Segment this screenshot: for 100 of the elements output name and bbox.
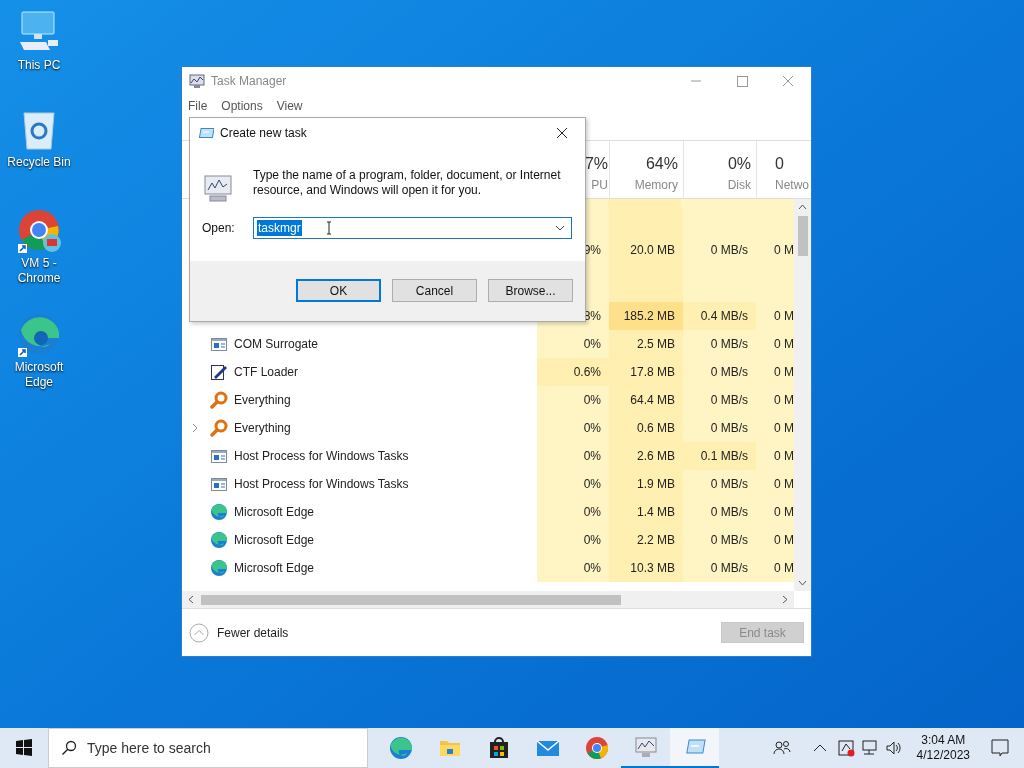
edge-icon <box>388 736 413 760</box>
speaker-icon[interactable] <box>884 739 903 757</box>
chevron-down-icon[interactable] <box>798 580 807 586</box>
clock-time[interactable]: 3:04 AM <box>921 733 966 748</box>
column-percent: 64% <box>645 155 678 173</box>
column-header[interactable]: Disk <box>727 176 751 194</box>
table-cell: 0 M <box>756 330 794 358</box>
search-field[interactable]: Type here to search <box>48 728 368 768</box>
table-cell: 0% <box>537 498 609 526</box>
column-percent: 7% <box>584 155 608 173</box>
vertical-scrollbar[interactable] <box>794 199 811 591</box>
chevron-up-icon[interactable] <box>812 743 827 753</box>
magnifier-icon <box>210 391 228 409</box>
table-cell: 0 MB/s <box>683 236 756 264</box>
table-cell: 0 MB/s <box>683 358 756 386</box>
process-name[interactable]: Microsoft Edge <box>234 531 315 549</box>
table-cell: 0.1 MB/s <box>683 442 756 470</box>
window-icon <box>210 447 228 465</box>
chevron-right-icon[interactable] <box>191 423 199 433</box>
table-cell: 0 M <box>756 386 794 414</box>
table-cell: 0 M <box>756 498 794 526</box>
desktop-icon-label[interactable]: This PC <box>4 58 74 73</box>
table-cell: 0 MB/s <box>683 526 756 554</box>
dialog-title: Create new task <box>220 125 307 142</box>
table-cell: 185.2 MB <box>609 302 683 330</box>
open-label: Open: <box>202 220 236 237</box>
table-cell: 0 M <box>756 302 794 330</box>
process-name[interactable]: Host Process for Windows Tasks <box>234 475 409 493</box>
table-cell: 17.8 MB <box>609 358 683 386</box>
chevron-left-icon[interactable] <box>188 595 194 604</box>
table-cell: 1.9 MB <box>609 470 683 498</box>
chevron-up-circle-icon <box>189 622 209 643</box>
scrollbar-thumb[interactable] <box>201 594 621 605</box>
chevron-up-icon[interactable] <box>798 204 807 210</box>
chevron-down-icon <box>555 225 565 231</box>
table-cell: 0 M <box>756 414 794 442</box>
process-name[interactable]: Microsoft Edge <box>234 559 315 577</box>
table-cell: 2.2 MB <box>609 526 683 554</box>
scrollbar-thumb[interactable] <box>797 216 808 256</box>
chevron-right-icon[interactable] <box>782 595 788 604</box>
table-cell: 0 M <box>756 358 794 386</box>
table-cell: 10.3 MB <box>609 554 683 582</box>
text-cursor-icon <box>325 221 332 235</box>
notepad-pen-icon <box>210 363 228 381</box>
table-cell: 0% <box>537 526 609 554</box>
table-cell: 1.4 MB <box>609 498 683 526</box>
menu-item[interactable]: Options <box>221 97 263 115</box>
table-cell: 20.0 MB <box>609 236 683 264</box>
network-icon[interactable] <box>860 739 879 757</box>
edge-icon <box>16 312 62 358</box>
process-name[interactable]: Everything <box>234 391 291 409</box>
open-combo-box[interactable]: taskmgr <box>253 217 572 239</box>
dialog-button[interactable]: Cancel <box>392 279 477 302</box>
column-percent: 0 <box>775 155 784 173</box>
dialog-button[interactable]: Browse... <box>488 279 573 302</box>
table-cell: 0 M <box>756 236 794 264</box>
table-cell: 0% <box>537 442 609 470</box>
table-cell: 2.5 MB <box>609 330 683 358</box>
table-cell: 2.6 MB <box>609 442 683 470</box>
clock-date[interactable]: 4/12/2023 <box>916 748 970 763</box>
security-icon[interactable] <box>836 739 855 757</box>
process-name[interactable]: Host Process for Windows Tasks <box>234 447 409 465</box>
column-percent: 0% <box>727 155 751 173</box>
window-title: Task Manager <box>211 73 287 90</box>
table-cell: 0 MB/s <box>683 414 756 442</box>
process-name[interactable]: CTF Loader <box>234 363 299 381</box>
table-cell: 0 MB/s <box>683 554 756 582</box>
dialog-button[interactable]: OK <box>296 279 381 302</box>
column-header[interactable]: Netwo <box>775 176 809 194</box>
search-icon <box>61 740 77 756</box>
column-header[interactable]: Memory <box>634 176 678 194</box>
fewer-details-button[interactable]: Fewer details <box>189 622 289 643</box>
desktop-icon-label[interactable]: Recycle Bin <box>4 155 74 170</box>
desktop-icon-label[interactable]: Microsoft Edge <box>4 360 74 390</box>
table-cell: 0.4 MB/s <box>683 302 756 330</box>
table-cell: 0% <box>537 414 609 442</box>
horizontal-scrollbar[interactable] <box>182 591 794 608</box>
window-icon <box>210 335 228 353</box>
table-cell: 0.6% <box>537 358 609 386</box>
magnifier-icon <box>210 419 228 437</box>
table-cell: 0 M <box>756 554 794 582</box>
process-name[interactable]: Microsoft Edge <box>234 503 315 521</box>
table-cell: 0 M <box>756 442 794 470</box>
people-icon[interactable] <box>772 739 791 757</box>
menu-item[interactable]: View <box>276 97 303 115</box>
menu-item[interactable]: File <box>188 97 208 115</box>
process-name[interactable]: Everything <box>234 419 291 437</box>
chrome-icon <box>584 736 609 760</box>
chrome-icon <box>16 208 62 254</box>
desktop-icon-label[interactable]: VM 5 - Chrome <box>4 256 74 286</box>
edge-icon <box>210 503 228 521</box>
edge-icon <box>210 531 228 549</box>
window-icon <box>210 475 228 493</box>
table-cell: 0% <box>537 386 609 414</box>
column-header[interactable]: PU <box>591 176 608 194</box>
edge-icon <box>210 559 228 577</box>
monitor-chart-icon <box>633 735 658 759</box>
process-name[interactable]: COM Surrogate <box>234 335 319 353</box>
table-cell: 0 M <box>756 470 794 498</box>
run-window-icon <box>198 126 214 140</box>
